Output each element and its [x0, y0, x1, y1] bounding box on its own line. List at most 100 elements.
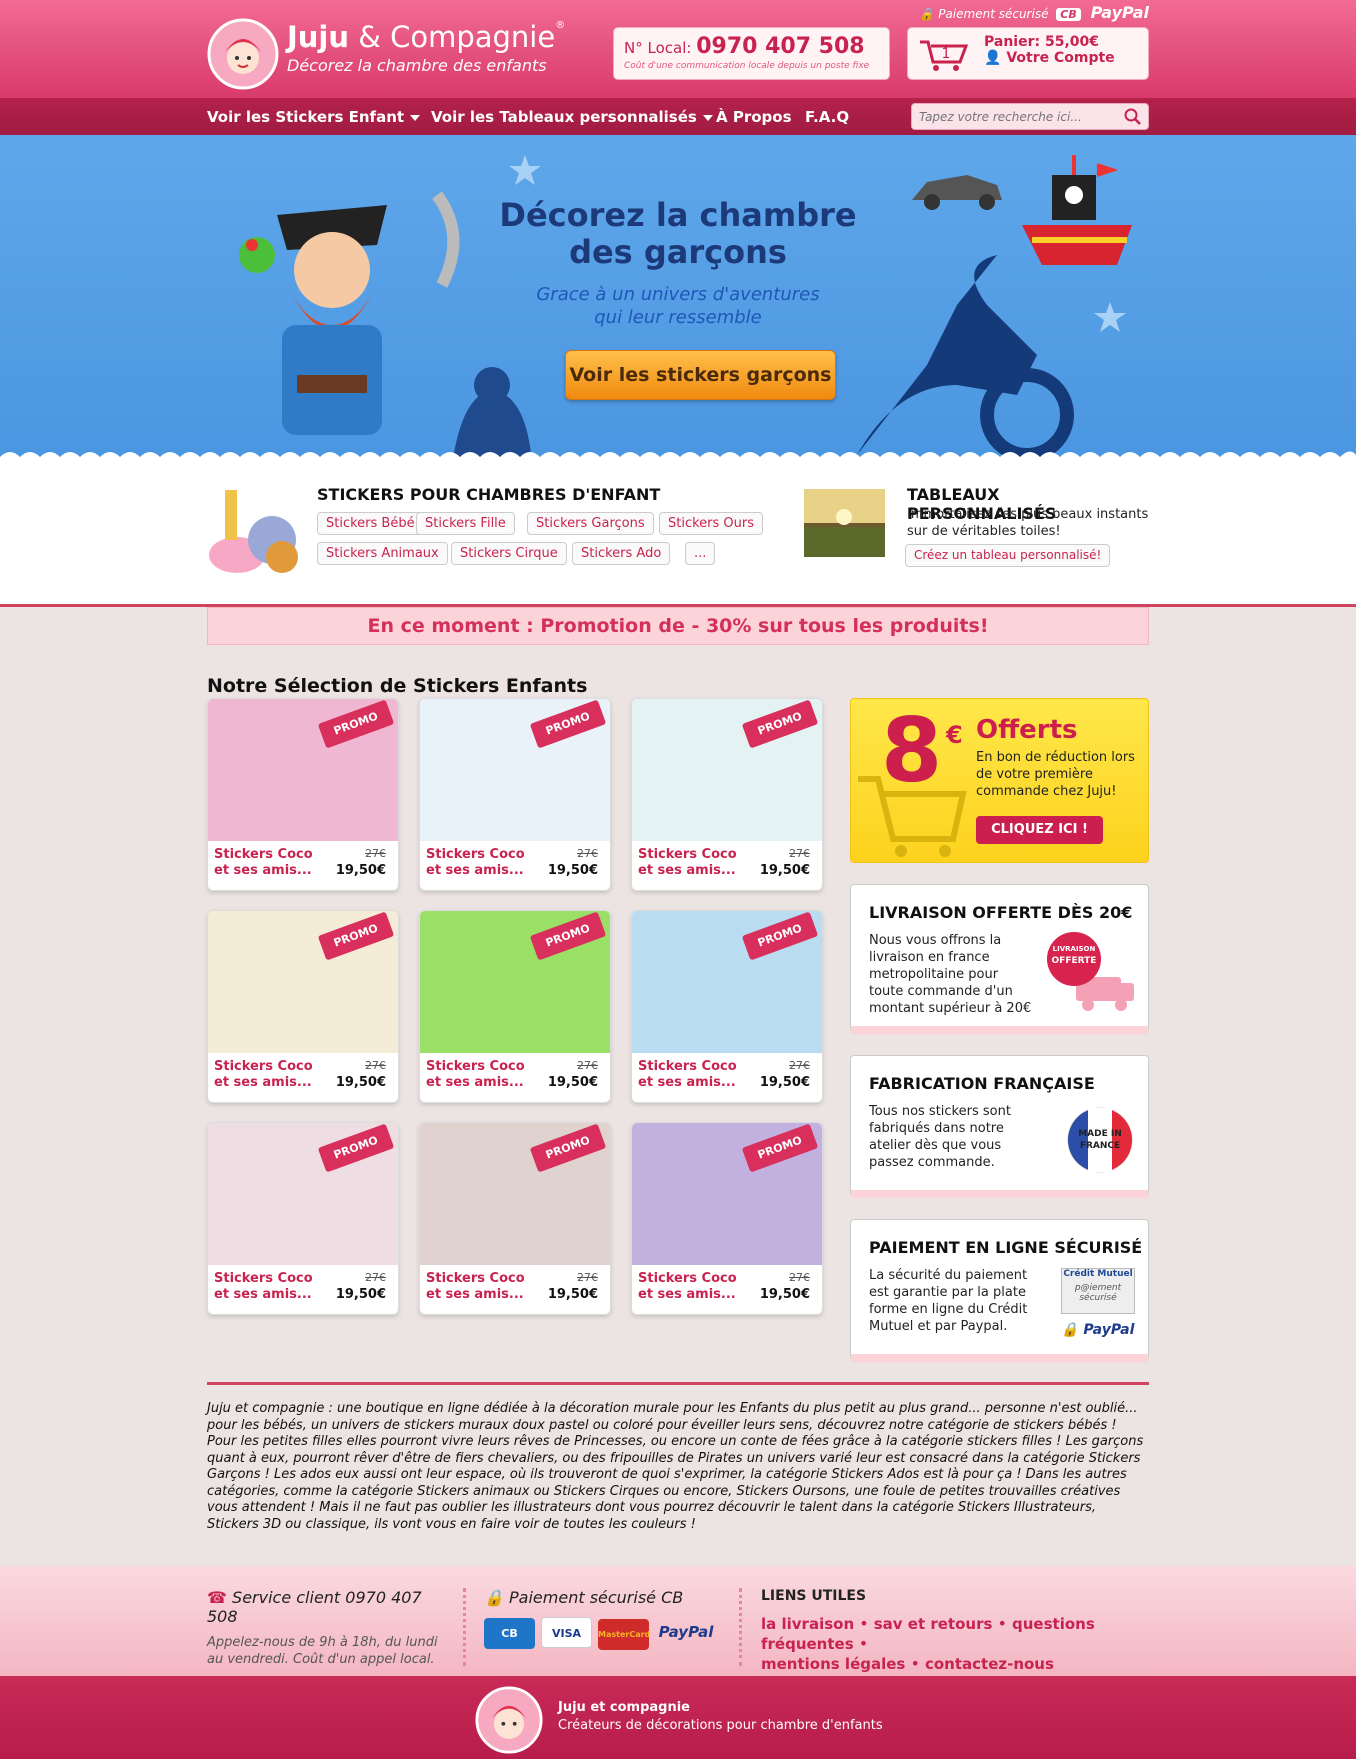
made-badge-2: FRANCE [1080, 1141, 1120, 1151]
search-box [911, 103, 1149, 130]
product-name[interactable]: Stickers Coco et ses amis... [638, 1271, 748, 1303]
product-card[interactable]: PROMO Stickers Coco et ses amis... 27€ 19,5… [419, 698, 611, 891]
product-name[interactable]: Stickers Coco et ses amis... [426, 1271, 536, 1303]
chip-stickers-fille[interactable]: Stickers Fille [416, 512, 515, 535]
service-title: ☎ Service client 0970 407 508 [207, 1588, 422, 1626]
product-price: 19,50€ [759, 1287, 810, 1302]
logo-mascot-icon[interactable] [207, 18, 279, 90]
promo-badge: PROMO [317, 699, 395, 749]
nav-faq[interactable]: F.A.Q [805, 108, 849, 126]
offer-text: En bon de réduction lors de votre premiè… [976, 750, 1135, 799]
hero-banner: Décorez la chambre des garçons Grace à un… [0, 135, 1356, 467]
phone-number: 0970 407 508 [696, 34, 865, 59]
bottom-brand: Juju et compagnie [558, 1700, 690, 1715]
product-price: 19,50€ [547, 863, 598, 878]
product-card[interactable]: PROMO Stickers Coco et ses amis... 27€ 19,5… [207, 1122, 399, 1315]
product-name[interactable]: Stickers Coco et ses amis... [426, 1059, 536, 1091]
chip-stickers-ours[interactable]: Stickers Ours [659, 512, 764, 535]
footer: ☎ Service client 0970 407 508 Appelez-no… [0, 1566, 1356, 1676]
offer-title: Offerts [976, 715, 1078, 745]
link-sav[interactable]: sav et retours [874, 1615, 993, 1633]
chevron-down-icon [702, 114, 713, 121]
bottom-bar: Juju et compagnie Créateurs de décoratio… [0, 1676, 1356, 1759]
chip-stickers-bebe[interactable]: Stickers Bébé [317, 512, 424, 535]
user-icon: 👤 [984, 50, 1002, 66]
search-icon[interactable] [1124, 108, 1142, 126]
offer-cta-button[interactable]: CLIQUEZ ICI ! [976, 816, 1103, 844]
service-hours: Appelez-nous de 9h à 18h, du lundi au ve… [207, 1635, 438, 1667]
chip-stickers-ado[interactable]: Stickers Ado [572, 542, 671, 565]
chip-stickers-garcons[interactable]: Stickers Garçons [527, 512, 654, 535]
create-tableau-button[interactable]: Créez un tableau personnalisé! [905, 544, 1111, 567]
product-name[interactable]: Stickers Coco et ses amis... [214, 847, 324, 879]
brand[interactable]: Juju & Compagnie® Décorez la chambre des… [287, 20, 565, 75]
paypal-logo: PayPal [1090, 3, 1149, 22]
product-card[interactable]: PROMO Stickers Coco et ses amis... 27€ 19,5… [207, 698, 399, 891]
offer-box[interactable]: 8 € Offerts En bon de réduction lors de … [850, 698, 1149, 863]
phone-box[interactable]: N° Local: 0970 407 508 Coût d'une commun… [613, 27, 890, 80]
cart-box[interactable]: 1 Panier: 55,00€ 👤 Votre Compte [907, 27, 1149, 80]
delivery-badge-mid: OFFERTE [1052, 956, 1097, 966]
cart-total[interactable]: Panier: 55,00€ [984, 34, 1138, 50]
header: Juju & Compagnie® Décorez la chambre des… [0, 0, 1356, 98]
product-image[interactable]: PROMO [208, 911, 398, 1053]
product-image[interactable]: PROMO [632, 1123, 822, 1265]
product-old-price: 27€ [789, 1059, 810, 1072]
product-price: 19,50€ [759, 1075, 810, 1090]
product-name[interactable]: Stickers Coco et ses amis... [214, 1059, 324, 1091]
product-name[interactable]: Stickers Coco et ses amis... [214, 1271, 324, 1303]
nav-tableaux[interactable]: Voir les Tableaux personnalisés [431, 108, 713, 126]
account-link[interactable]: 👤 Votre Compte [984, 50, 1138, 66]
made-badge-1: MADE IN [1078, 1129, 1122, 1139]
product-image[interactable]: PROMO [632, 699, 822, 841]
product-old-price: 27€ [577, 1059, 598, 1072]
link-mentions[interactable]: mentions légales [761, 1655, 905, 1673]
offer-currency: € [946, 721, 963, 749]
payment-title: PAIEMENT EN LIGNE SÉCURISÉ [869, 1238, 1143, 1257]
link-contact[interactable]: contactez-nous [925, 1655, 1054, 1673]
offer-amount: 8 [881, 699, 943, 802]
product-image[interactable]: PROMO [208, 699, 398, 841]
promo-badge: PROMO [529, 699, 607, 749]
product-card[interactable]: PROMO Stickers Coco et ses amis... 27€ 19,5… [631, 1122, 823, 1315]
visa-card-icon: VISA [541, 1617, 592, 1648]
product-old-price: 27€ [365, 1271, 386, 1284]
product-card[interactable]: PROMO Stickers Coco et ses amis... 27€ 19,5… [419, 910, 611, 1103]
promo-banner[interactable]: En ce moment : Promotion de - 30% sur to… [207, 607, 1149, 645]
product-image[interactable]: PROMO [420, 1123, 610, 1265]
paypal-logo: 🔒 PayPal [1061, 1322, 1135, 1338]
chip-stickers-cirque[interactable]: Stickers Cirque [451, 542, 567, 565]
search-input[interactable] [912, 104, 1112, 129]
product-price: 19,50€ [335, 1075, 386, 1090]
product-image[interactable]: PROMO [420, 911, 610, 1053]
delivery-title: LIVRAISON OFFERTE DÈS 20€ [869, 903, 1133, 922]
promo-badge: PROMO [529, 911, 607, 961]
link-livraison[interactable]: la livraison [761, 1615, 854, 1633]
nav-a-propos[interactable]: À Propos [716, 108, 792, 126]
divider [739, 1588, 742, 1666]
product-card[interactable]: PROMO Stickers Coco et ses amis... 27€ 19,5… [419, 1122, 611, 1315]
chevron-down-icon [410, 114, 421, 121]
product-image[interactable]: PROMO [632, 911, 822, 1053]
hero-cta-button[interactable]: Voir les stickers garçons [565, 350, 836, 400]
product-name[interactable]: Stickers Coco et ses amis... [638, 847, 748, 879]
product-price: 19,50€ [547, 1075, 598, 1090]
logo-mascot-icon[interactable] [475, 1686, 543, 1754]
chip-more[interactable]: ... [685, 542, 716, 565]
hero-subtitle: Grace à un univers d'aventures qui leur r… [536, 284, 820, 328]
chip-stickers-animaux[interactable]: Stickers Animaux [317, 542, 448, 565]
product-card[interactable]: PROMO Stickers Coco et ses amis... 27€ 19,5… [207, 910, 399, 1103]
nav-stickers-enfant[interactable]: Voir les Stickers Enfant [207, 108, 421, 126]
divider [463, 1588, 466, 1666]
product-old-price: 27€ [789, 1271, 810, 1284]
main-content: En ce moment : Promotion de - 30% sur to… [207, 607, 1149, 1382]
product-name[interactable]: Stickers Coco et ses amis... [638, 1059, 748, 1091]
product-image[interactable]: PROMO [420, 699, 610, 841]
product-card[interactable]: PROMO Stickers Coco et ses amis... 27€ 19,5… [631, 910, 823, 1103]
delivery-badge-top: LIVRAISON [1053, 945, 1096, 953]
product-price: 19,50€ [547, 1287, 598, 1302]
product-card[interactable]: PROMO Stickers Coco et ses amis... 27€ 19,5… [631, 698, 823, 891]
brand-tagline: Décorez la chambre des enfants [287, 56, 547, 75]
product-name[interactable]: Stickers Coco et ses amis... [426, 847, 536, 879]
product-image[interactable]: PROMO [208, 1123, 398, 1265]
